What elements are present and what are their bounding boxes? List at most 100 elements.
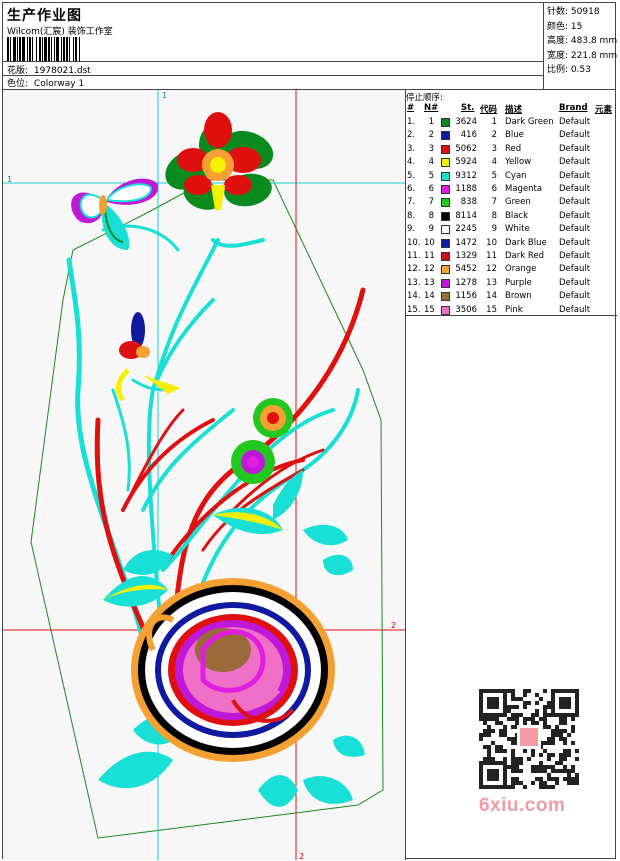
color-swatch	[441, 198, 450, 208]
color-swatch	[441, 238, 450, 248]
row-needle: 4	[428, 157, 434, 168]
row-index: 9.	[407, 224, 416, 235]
row-description: Cyan	[505, 170, 527, 181]
stat-stitches: 针数: 50918	[547, 7, 600, 17]
row-brand: Default	[559, 143, 591, 154]
row-code: 14	[486, 291, 497, 302]
row-brand: Default	[559, 237, 591, 248]
color-swatch	[441, 265, 450, 275]
row-index: 12.	[407, 264, 421, 275]
row-needle: 9	[428, 224, 434, 235]
row-brand: Default	[559, 251, 591, 261]
row-needle: 3	[428, 143, 434, 154]
row-code: 2	[491, 130, 497, 141]
color-swatch	[441, 211, 450, 221]
row-brand: Default	[559, 184, 591, 194]
row-stitches: 9312	[455, 170, 477, 181]
header-needle: N#	[424, 103, 439, 113]
color-swatch	[441, 171, 450, 181]
row-stitches: 1278	[455, 277, 477, 288]
color-sequence-table: 停止顺序: # N# St. 代码 描述 Brand 元素 1. 1 3624 1 Da…	[406, 90, 617, 315]
stat-height: 高度: 483.8 mm	[547, 36, 618, 46]
header-info: 生产作业图 Wilcom(汇宸) 装饰工作室 花版: 1978021.dst 色…	[3, 3, 543, 89]
row-description: Green	[505, 197, 531, 208]
row-stitches: 3624	[455, 117, 477, 127]
table-row: 1. 1 3624 1 Dark Green Default	[406, 117, 617, 130]
row-code: 15	[486, 304, 497, 315]
row-description: White	[505, 224, 530, 235]
row-code: 9	[491, 224, 497, 235]
row-index: 13.	[407, 277, 421, 288]
embroidery-preview: 1 1 2 2	[3, 90, 405, 860]
row-needle: 10	[424, 237, 435, 248]
row-index: 5.	[407, 170, 416, 181]
row-brand: Default	[559, 170, 591, 181]
header-brand: Brand	[559, 103, 588, 113]
row-code: 4	[491, 157, 497, 168]
row-code: 13	[486, 277, 497, 288]
marker-h1: 1	[7, 175, 12, 184]
row-index: 11.	[407, 251, 421, 261]
row-index: 6.	[407, 184, 416, 194]
row-index: 10.	[407, 237, 421, 248]
marker-v2: 2	[299, 852, 304, 860]
page-title: 生产作业图	[7, 8, 82, 24]
row-code: 8	[491, 210, 497, 221]
row-needle: 7	[428, 197, 434, 208]
row-index: 4.	[407, 157, 416, 168]
row-description: Pink	[505, 304, 523, 315]
colorway-value: Colorway 1	[33, 79, 85, 89]
row-needle: 8	[428, 210, 434, 221]
stat-colors: 颜色: 15	[547, 21, 583, 32]
row-index: 2.	[407, 130, 416, 141]
design-stats: 针数: 50918 颜色: 15 高度: 483.8 mm 宽度: 221.8 …	[543, 3, 617, 89]
row-index: 1.	[407, 117, 416, 127]
row-index: 3.	[407, 143, 416, 154]
color-swatch	[441, 158, 450, 168]
color-swatch	[441, 292, 450, 302]
design-canvas[interactable]: 1 1 2 2	[3, 90, 406, 860]
row-stitches: 5062	[455, 143, 477, 154]
row-stitches: 5924	[455, 157, 477, 168]
stat-width: 宽度: 221.8 mm	[547, 50, 618, 61]
row-brand: Default	[559, 304, 591, 315]
row-needle: 6	[428, 184, 434, 194]
colorway-label: 色位:	[7, 79, 29, 89]
table-row: 2. 2 416 2 Blue Default	[406, 130, 617, 143]
row-code: 5	[491, 170, 497, 181]
color-swatch	[441, 144, 450, 154]
row-brand: Default	[559, 224, 591, 235]
row-description: Black	[505, 210, 528, 221]
table-row: 7. 7 838 7 Green Default	[406, 197, 617, 210]
row-brand: Default	[559, 264, 591, 275]
small-flowers	[231, 398, 293, 484]
row-code: 6	[491, 184, 497, 194]
row-description: Magenta	[505, 184, 543, 194]
row-needle: 11	[424, 251, 435, 261]
stat-scale: 比例: 0.53	[547, 65, 591, 75]
row-stitches: 416	[460, 130, 477, 141]
row-brand: Default	[559, 277, 591, 288]
production-sheet: 生产作业图 Wilcom(汇宸) 装饰工作室 花版: 1978021.dst 色…	[2, 2, 617, 860]
row-stitches: 5452	[455, 264, 477, 275]
row-needle: 14	[424, 291, 435, 302]
row-description: Blue	[505, 130, 524, 141]
row-description: Brown	[505, 291, 532, 302]
color-swatch	[441, 305, 450, 315]
color-swatch	[441, 225, 450, 235]
colorway-row: 色位: Colorway 1	[7, 76, 84, 89]
company-name: Wilcom(汇宸) 装饰工作室	[7, 27, 113, 37]
qr-code[interactable]	[473, 683, 585, 793]
table-row: 13. 13 1278 13 Purple Default	[406, 278, 617, 291]
table-row: 5. 5 9312 5 Cyan Default	[406, 171, 617, 184]
row-description: Orange	[505, 264, 537, 275]
row-index: 7.	[407, 197, 416, 208]
row-stitches: 8114	[455, 210, 477, 221]
row-needle: 15	[424, 304, 435, 315]
row-description: Dark Red	[505, 251, 545, 261]
table-row: 11. 11 1329 11 Dark Red Default	[406, 251, 617, 264]
marker-v1: 1	[162, 91, 167, 100]
row-stitches: 3506	[455, 304, 477, 315]
color-swatch	[441, 118, 450, 127]
row-needle: 5	[428, 170, 434, 181]
